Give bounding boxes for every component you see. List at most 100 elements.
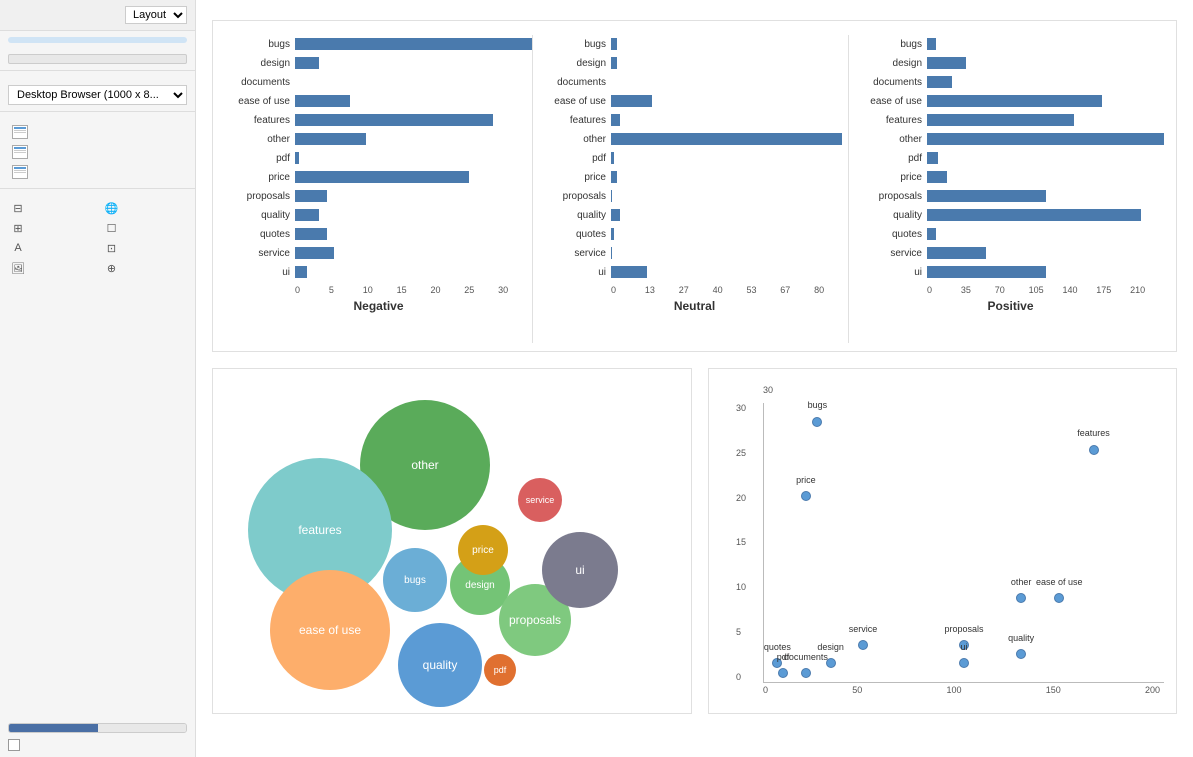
bar-label: features <box>541 115 611 126</box>
obj-extension[interactable]: ⊕ <box>102 259 188 277</box>
floating-button[interactable] <box>98 724 187 732</box>
bar-label: pdf <box>541 153 611 164</box>
obj-blank[interactable]: ☐ <box>102 219 188 237</box>
tiled-button[interactable] <box>9 724 98 732</box>
obj-webpage[interactable]: 🌐 <box>102 199 188 217</box>
sheet-item-1[interactable] <box>8 122 187 142</box>
bar-label: pdf <box>857 153 927 164</box>
bar-fill <box>611 38 617 50</box>
show-title-checkbox[interactable] <box>8 739 20 751</box>
bar-fill <box>611 228 614 240</box>
scatter-area: 0 5 10 15 20 25 30 bugsfeaturespriceothe… <box>763 403 1164 683</box>
image-icon: 🖼 <box>11 261 25 275</box>
bar-row: bugs <box>541 35 848 53</box>
bar-track <box>611 190 848 202</box>
scatter-label-ease of use: ease of use <box>1036 577 1083 587</box>
bar-row: design <box>225 54 532 72</box>
horizontal-icon: ⊟ <box>11 201 25 215</box>
obj-button[interactable]: ⊡ <box>102 239 188 257</box>
show-dashboard-title[interactable] <box>0 739 195 757</box>
bar-track <box>295 190 532 202</box>
bar-fill <box>611 152 614 164</box>
bar-track <box>611 38 848 50</box>
bar-label: ease of use <box>541 96 611 107</box>
bar-fill <box>295 266 307 278</box>
scatter-label-other: other <box>1011 577 1032 587</box>
sheet-item-3[interactable] <box>8 162 187 182</box>
bar-track <box>611 76 848 88</box>
scatter-point-documents <box>801 668 811 678</box>
bar-fill <box>295 228 327 240</box>
bar-chart-panels: bugs design documents ease of use features ot… <box>225 35 1164 343</box>
bar-fill <box>295 114 493 126</box>
bar-fill <box>611 247 612 259</box>
device-preview-button[interactable] <box>8 54 187 64</box>
bar-fill <box>927 152 938 164</box>
bar-row: documents <box>541 73 848 91</box>
bar-fill <box>927 228 936 240</box>
bar-label: quality <box>857 210 927 221</box>
bar-row: pdf <box>225 149 532 167</box>
bar-row: price <box>857 168 1164 186</box>
bar-panel-title: Positive <box>857 299 1164 313</box>
bar-label: other <box>857 134 927 145</box>
scatter-section: 30 0 5 10 15 20 25 30 bugsfeaturespriceo… <box>708 368 1177 714</box>
obj-horizontal[interactable]: ⊟ <box>8 199 94 217</box>
bar-track <box>927 266 1164 278</box>
bar-fill <box>927 76 952 88</box>
bottom-charts: otherfeaturesbugsdesignease of usepropos… <box>212 368 1177 714</box>
bar-fill <box>927 171 947 183</box>
scatter-label-ui: ui <box>960 642 967 652</box>
bar-track <box>611 228 848 240</box>
bar-fill <box>611 209 620 221</box>
bar-label: bugs <box>225 39 295 50</box>
bar-fill <box>295 57 319 69</box>
bar-label: price <box>225 172 295 183</box>
bar-fill <box>611 171 617 183</box>
bar-label: quotes <box>225 229 295 240</box>
scatter-label-documents: documents <box>784 652 828 662</box>
bubble-ui: ui <box>542 532 618 608</box>
scatter-point-other <box>1016 593 1026 603</box>
objects-section: ⊟ 🌐 ⊞ ☐ A ⊡ � <box>0 189 195 715</box>
sheet2-icon <box>12 145 28 159</box>
main-content: bugs design documents ease of use features ot… <box>196 0 1193 757</box>
bar-row: price <box>225 168 532 186</box>
bar-track <box>611 209 848 221</box>
sheet-item-2[interactable] <box>8 142 187 162</box>
bar-row: quality <box>541 206 848 224</box>
bubble-bugs: bugs <box>383 548 447 612</box>
obj-vertical[interactable]: ⊞ <box>8 219 94 237</box>
bar-row: other <box>857 130 1164 148</box>
bar-track <box>295 38 532 50</box>
bar-row: pdf <box>857 149 1164 167</box>
bar-row: documents <box>857 73 1164 91</box>
bar-fill <box>611 190 612 202</box>
bar-track <box>611 95 848 107</box>
bar-row: features <box>225 111 532 129</box>
bar-label: features <box>857 115 927 126</box>
bar-label: documents <box>857 77 927 88</box>
sheets-section <box>0 112 195 189</box>
bar-track <box>927 76 1164 88</box>
obj-text[interactable]: A <box>8 239 94 257</box>
bar-label: service <box>541 248 611 259</box>
bar-label: service <box>857 248 927 259</box>
layout-phone[interactable] <box>8 43 187 49</box>
size-select[interactable]: Desktop Browser (1000 x 8... <box>8 85 187 105</box>
bar-track <box>927 133 1164 145</box>
bar-track <box>295 152 532 164</box>
neutral-panel: bugsdesigndocumentsease of usefeaturesot… <box>532 35 848 343</box>
bubble-pdf: pdf <box>484 654 516 686</box>
bar-label: service <box>225 248 295 259</box>
scatter-point-pdf <box>778 668 788 678</box>
scatter-label-service: service <box>849 624 878 634</box>
bar-label: ease of use <box>857 96 927 107</box>
bar-fill <box>927 209 1141 221</box>
layout-select[interactable]: Layout <box>125 6 187 24</box>
bar-track <box>927 57 1164 69</box>
bubble-price: price <box>458 525 508 575</box>
text-icon: A <box>11 241 25 255</box>
obj-image[interactable]: 🖼 <box>8 259 94 277</box>
scatter-point-service <box>858 640 868 650</box>
